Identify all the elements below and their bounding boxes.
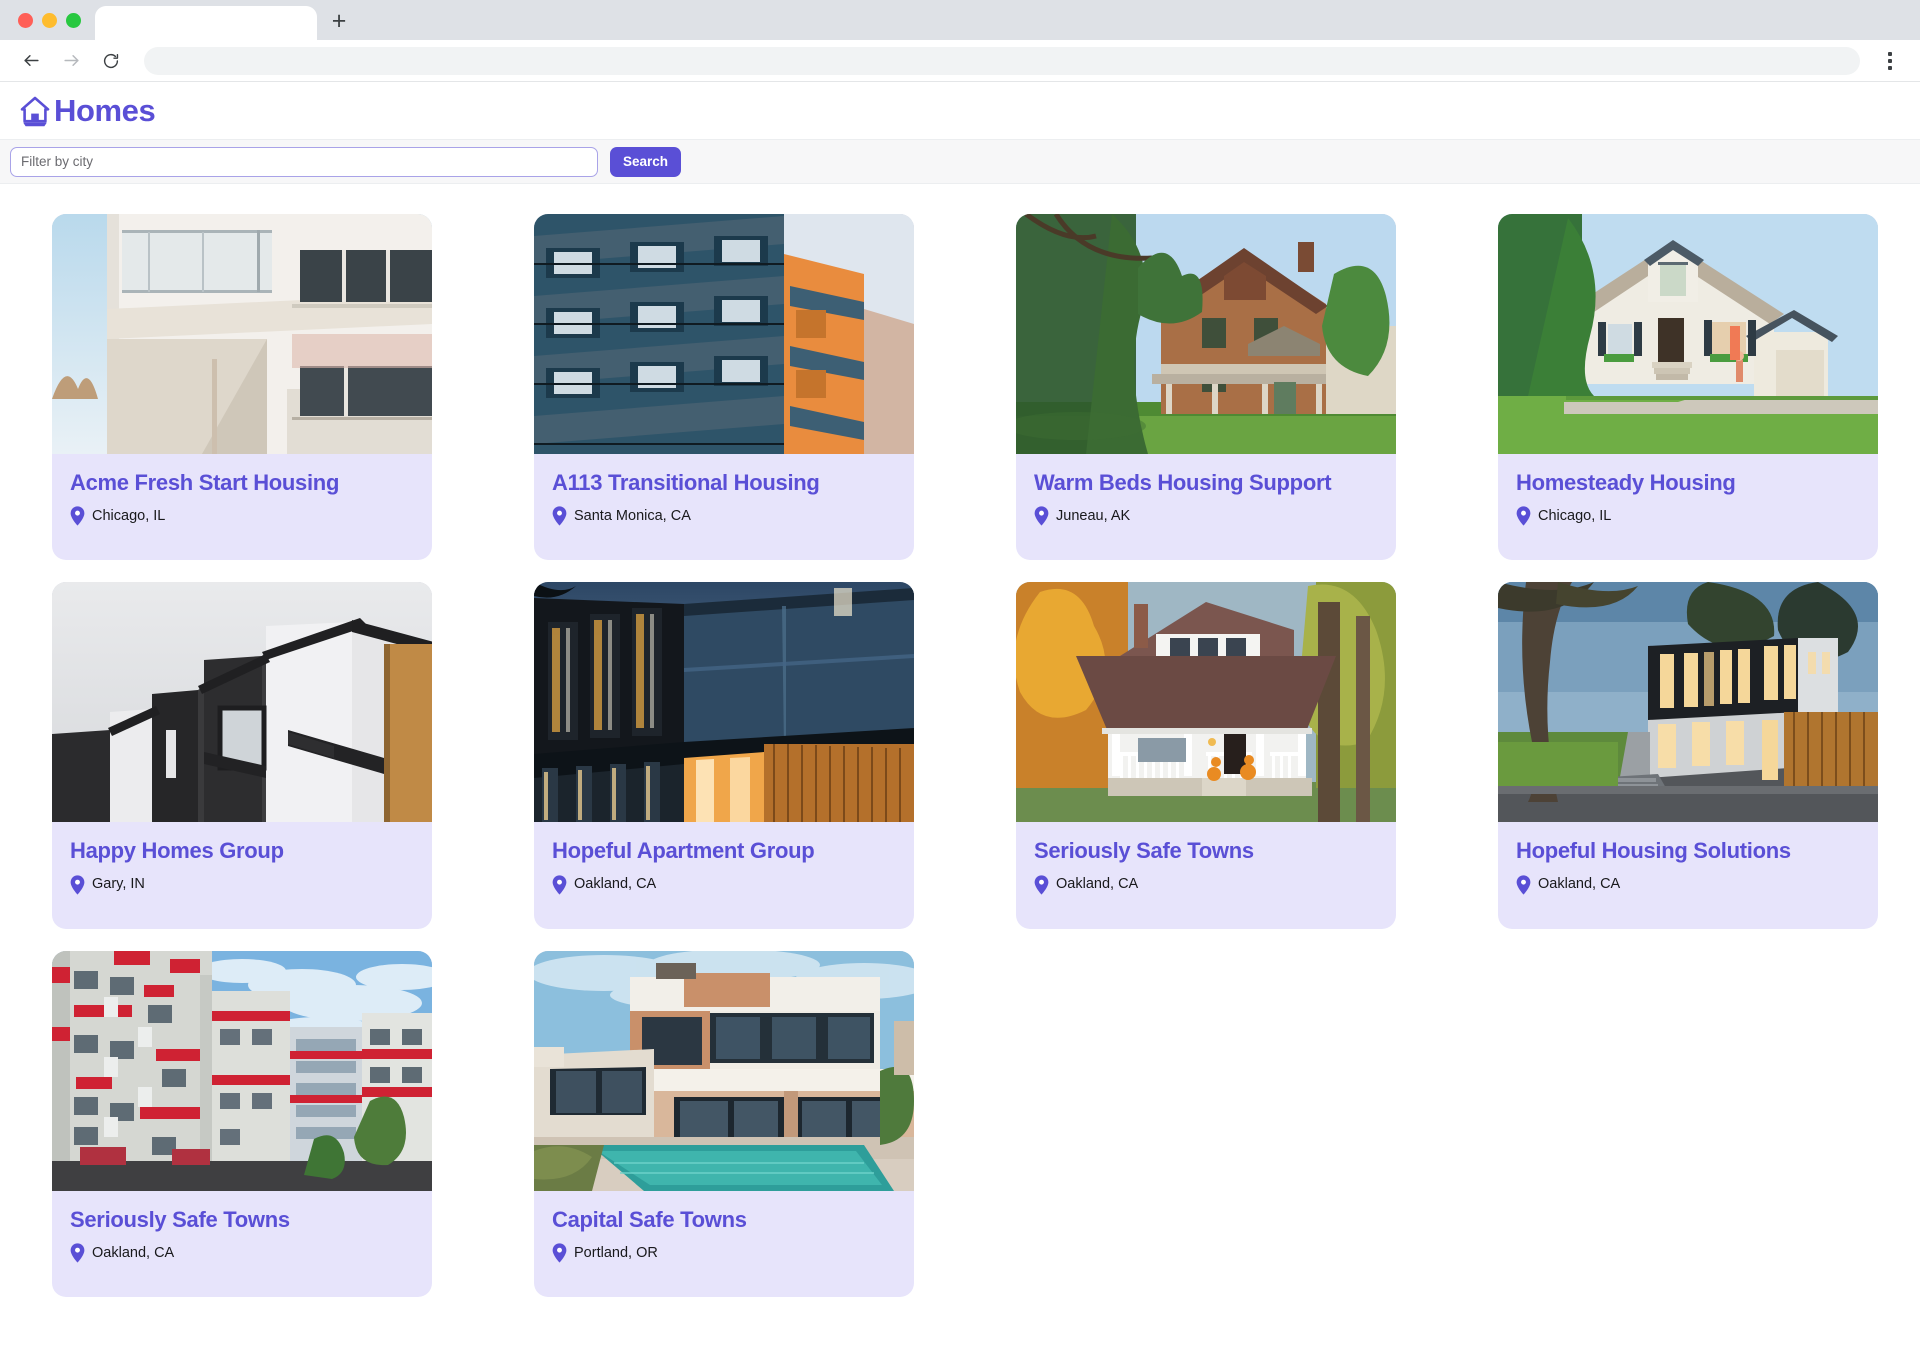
search-input[interactable]: [10, 146, 598, 177]
housing-location-details: A113 Transitional Housing Santa Monica, …: [534, 454, 914, 560]
housing-location-card[interactable]: A113 Transitional Housing Santa Monica, …: [534, 214, 914, 561]
housing-location-city-row: Oakland, CA: [1034, 874, 1378, 895]
housing-location-city: Oakland, CA: [92, 1244, 175, 1261]
housing-location-name: Acme Fresh Start Housing: [70, 470, 340, 495]
housing-location-name: Hopeful Housing Solutions: [1516, 838, 1791, 864]
housing-location-details: Homesteady Housing Chicago, IL: [1498, 454, 1878, 560]
housing-location-card[interactable]: Capital Safe Towns Portland, OR: [534, 950, 914, 1297]
housing-location-details: Hopeful Apartment Group Oakland, CA: [534, 822, 914, 928]
housing-location-city: Gary, IN: [92, 876, 145, 893]
housing-location-card[interactable]: Seriously Safe Towns Oakland, CA: [1016, 582, 1396, 929]
housing-location-name: Homesteady Housing: [1516, 470, 1736, 495]
page-viewport: Homes Search: [0, 82, 1920, 1360]
housing-location-city: Chicago, IL: [1538, 508, 1612, 525]
housing-location-city-row: Gary, IN: [70, 874, 414, 895]
housing-location-city-row: Oakland, CA: [552, 874, 896, 895]
housing-location-card[interactable]: Warm Beds Housing Support Juneau, AK: [1016, 214, 1396, 561]
housing-location-details: Seriously Safe Towns Oakland, CA: [1016, 822, 1396, 928]
housing-location-city-row: Portland, OR: [552, 1243, 896, 1263]
housing-location-grid: Acme Fresh Start Housing Chicago, IL A11…: [0, 184, 1920, 1297]
minimize-window-button[interactable]: [42, 12, 57, 28]
housing-location-name: A113 Transitional Housing: [552, 470, 820, 495]
housing-location-city-row: Chicago, IL: [70, 506, 414, 526]
kebab-menu-icon[interactable]: [1876, 44, 1904, 78]
browser-tab[interactable]: [95, 6, 317, 40]
window-controls: [14, 0, 95, 40]
housing-location-card[interactable]: Hopeful Apartment Group Oakland, CA: [534, 582, 914, 929]
housing-location-photo: [534, 950, 914, 1191]
location-pin-icon: [1034, 874, 1049, 895]
housing-location-photo: [534, 582, 914, 823]
brand-logo[interactable]: Homes: [18, 93, 156, 128]
housing-location-photo: [1498, 582, 1878, 823]
housing-location-card[interactable]: Happy Homes Group Gary, IN: [52, 582, 432, 929]
back-arrow-icon[interactable]: [14, 44, 48, 78]
housing-location-city-row: Oakland, CA: [1516, 874, 1860, 895]
housing-location-city: Oakland, CA: [574, 876, 657, 893]
housing-location-photo: [1016, 582, 1396, 823]
reload-icon[interactable]: [94, 44, 128, 78]
housing-location-city: Santa Monica, CA: [574, 508, 691, 525]
housing-location-name: Happy Homes Group: [70, 838, 284, 864]
housing-location-details: Seriously Safe Towns Oakland, CA: [52, 1191, 432, 1297]
tab-strip: +: [0, 0, 1920, 40]
search-bar: Search: [0, 140, 1920, 184]
housing-location-details: Happy Homes Group Gary, IN: [52, 822, 432, 928]
housing-location-details: Capital Safe Towns Portland, OR: [534, 1191, 914, 1297]
housing-location-city-row: Juneau, AK: [1034, 506, 1378, 526]
housing-location-photo: [1498, 214, 1878, 454]
housing-location-card[interactable]: Hopeful Housing Solutions Oakland, CA: [1498, 582, 1878, 929]
maximize-window-button[interactable]: [66, 12, 81, 28]
housing-location-photo: [52, 950, 432, 1191]
housing-location-details: Acme Fresh Start Housing Chicago, IL: [52, 454, 432, 560]
forward-arrow-icon[interactable]: [54, 44, 88, 78]
housing-location-city: Portland, OR: [574, 1244, 658, 1261]
housing-location-city-row: Santa Monica, CA: [552, 506, 896, 526]
housing-location-photo: [534, 214, 914, 454]
location-pin-icon: [70, 1243, 85, 1263]
housing-location-city: Chicago, IL: [92, 508, 166, 525]
housing-location-city: Juneau, AK: [1056, 508, 1131, 525]
housing-location-name: Seriously Safe Towns: [1034, 838, 1254, 864]
housing-location-photo: [1016, 214, 1396, 454]
housing-location-photo: [52, 582, 432, 823]
housing-location-card[interactable]: Acme Fresh Start Housing Chicago, IL: [52, 214, 432, 561]
close-window-button[interactable]: [18, 12, 33, 28]
housing-location-city: Oakland, CA: [1538, 876, 1621, 893]
address-bar[interactable]: [144, 46, 1860, 75]
housing-location-city-row: Chicago, IL: [1516, 506, 1860, 526]
housing-location-card[interactable]: Seriously Safe Towns Oakland, CA: [52, 950, 432, 1297]
brand-name: Homes: [54, 93, 156, 128]
housing-location-city: Oakland, CA: [1056, 876, 1139, 893]
housing-location-name: Capital Safe Towns: [552, 1206, 747, 1232]
browser-window: + Homes Filter by city Search Acme Fresh…: [0, 0, 1920, 1360]
location-pin-icon: [70, 874, 85, 895]
location-pin-icon: [1516, 874, 1531, 895]
housing-location-name: Hopeful Apartment Group: [552, 838, 815, 864]
location-pin-icon: [1516, 506, 1531, 526]
housing-location-card[interactable]: Homesteady Housing Chicago, IL: [1498, 214, 1878, 561]
app-header: Homes: [0, 82, 1920, 140]
housing-location-details: Warm Beds Housing Support Juneau, AK: [1016, 454, 1396, 560]
location-pin-icon: [1034, 506, 1049, 526]
housing-location-city-row: Oakland, CA: [70, 1243, 414, 1263]
location-pin-icon: [552, 506, 567, 526]
housing-location-details: Hopeful Housing Solutions Oakland, CA: [1498, 822, 1878, 928]
housing-location-name: Warm Beds Housing Support: [1034, 470, 1332, 495]
location-pin-icon: [70, 506, 85, 526]
housing-location-photo: [52, 214, 432, 454]
location-pin-icon: [552, 874, 567, 895]
search-button[interactable]: Search: [610, 146, 682, 177]
browser-toolbar: [0, 40, 1920, 82]
new-tab-button[interactable]: +: [317, 6, 361, 40]
housing-location-name: Seriously Safe Towns: [70, 1206, 290, 1232]
location-pin-icon: [552, 1243, 567, 1263]
house-icon: [18, 94, 52, 128]
